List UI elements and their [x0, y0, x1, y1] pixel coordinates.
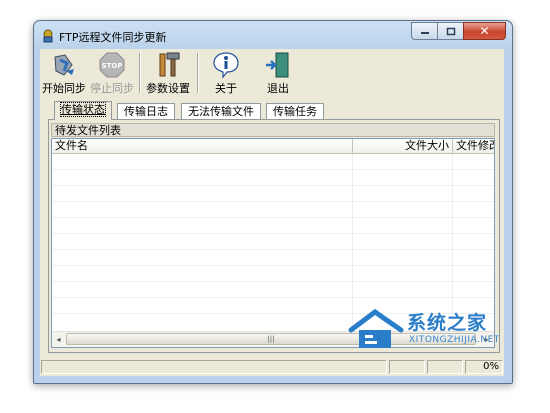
toolbar-separator [197, 53, 198, 93]
progress-text: 0% [465, 360, 503, 374]
grid-line [52, 201, 494, 202]
tab-transfer-status[interactable]: 传输状态 [54, 101, 112, 120]
window-title: FTP远程文件同步更新 [59, 31, 167, 44]
settings-label: 参数设置 [146, 82, 190, 95]
grid-line [52, 297, 494, 298]
watermark-url: XITONGZHIJIA.NET [409, 335, 500, 345]
column-modified[interactable]: 文件修改 [453, 139, 494, 154]
grid-line [52, 169, 494, 170]
title-bar[interactable]: FTP远程文件同步更新 ✕ [34, 21, 512, 49]
stop-sync-label: 停止同步 [90, 82, 134, 95]
stop-sync-button[interactable]: STOP 停止同步 [90, 51, 134, 96]
sync-icon [54, 54, 74, 76]
status-pane [427, 360, 463, 374]
grid-line [52, 217, 494, 218]
minimize-icon [420, 32, 429, 34]
grid-line [52, 233, 494, 234]
column-filename[interactable]: 文件名 [52, 139, 353, 154]
stop-icon: STOP [99, 52, 125, 78]
exit-door-icon [266, 52, 289, 78]
close-icon: ✕ [479, 24, 490, 38]
watermark-logo: 系统之家 XITONGZHIJIA.NET [345, 308, 545, 358]
column-filesize[interactable]: 文件大小 [353, 139, 453, 154]
status-pane [389, 360, 425, 374]
start-sync-button[interactable]: 开始同步 [42, 51, 86, 96]
minimize-button[interactable] [411, 22, 437, 40]
maximize-button[interactable] [437, 22, 463, 40]
svg-text:STOP: STOP [102, 62, 123, 70]
about-label: 关于 [215, 82, 237, 95]
status-bar: 0% [40, 358, 504, 376]
toolbar-separator [139, 53, 140, 93]
scroll-left-button[interactable]: ◂ [52, 333, 65, 346]
grid-line [52, 265, 494, 266]
grid-line [52, 281, 494, 282]
maximize-icon [446, 27, 455, 35]
pending-files-header: 待发文件列表 [51, 123, 495, 137]
exit-button[interactable]: 退出 [262, 51, 294, 96]
grid-line [52, 249, 494, 250]
grid-line [452, 154, 453, 334]
start-sync-label: 开始同步 [42, 82, 86, 95]
grid-line [352, 154, 353, 334]
grid-line [52, 185, 494, 186]
status-pane-main [41, 360, 387, 374]
tools-icon [159, 52, 180, 77]
close-button[interactable]: ✕ [463, 22, 506, 40]
house-logo-icon [348, 308, 404, 348]
tab-transfer-log[interactable]: 传输日志 [117, 103, 175, 119]
toolbar: 开始同步 STOP 停止同步 参数设置 关于 退出 [40, 49, 504, 97]
info-icon [213, 52, 239, 79]
watermark-brand: 系统之家 [407, 312, 488, 334]
about-button[interactable]: 关于 [208, 51, 244, 96]
grip-icon: ||| [267, 335, 275, 343]
exit-label: 退出 [267, 82, 289, 95]
tab-transfer-tasks[interactable]: 传输任务 [266, 103, 324, 119]
settings-button[interactable]: 参数设置 [144, 51, 192, 96]
arrow-left-icon: ◂ [56, 335, 61, 344]
app-icon [43, 29, 53, 43]
tab-failed-files[interactable]: 无法传输文件 [181, 103, 261, 119]
